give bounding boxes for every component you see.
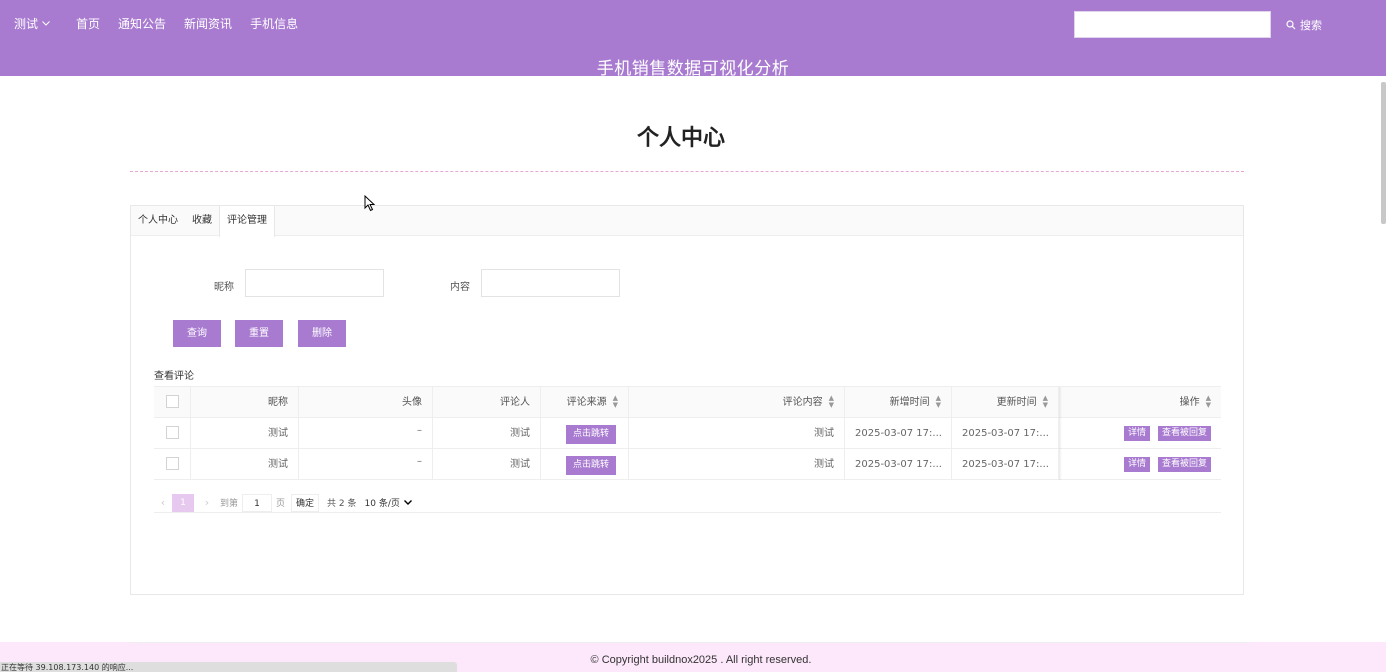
- view-replies-button[interactable]: 查看被回复: [1157, 426, 1211, 441]
- jump-button[interactable]: 点击跳转: [566, 456, 617, 475]
- tab-bar: 个人中心 收藏 评论管理: [131, 206, 1243, 237]
- select-all-cell: [154, 387, 191, 418]
- goto-page-input[interactable]: 1: [242, 493, 273, 512]
- cell-nickname: 测试: [191, 449, 299, 480]
- tab-profile[interactable]: 个人中心: [131, 206, 185, 236]
- content-label: 内容: [450, 282, 470, 293]
- header-commenter: 评论人: [433, 387, 541, 418]
- header-created-label: 新增时间: [889, 397, 930, 408]
- nav-notices[interactable]: 通知公告: [118, 15, 166, 32]
- search-button[interactable]: 搜索: [1286, 17, 1322, 33]
- query-button[interactable]: 查询: [173, 320, 221, 347]
- header-updated-label: 更新时间: [996, 397, 1037, 408]
- fixed-column-shadow: [1059, 387, 1062, 480]
- cell-avatar: –: [299, 418, 433, 449]
- mouse-cursor-icon: [364, 195, 375, 212]
- section-label: 查看评论: [154, 371, 194, 382]
- header-updated[interactable]: 更新时间 ▲ ▼: [952, 387, 1059, 418]
- nav-news[interactable]: 新闻资讯: [184, 15, 232, 32]
- top-nav: 测试 首页 通知公告 新闻资讯 手机信息: [14, 14, 316, 32]
- row-select-cell: [154, 449, 191, 480]
- cell-actions: 详情 查看被回复: [1061, 418, 1221, 449]
- header-actions[interactable]: 操作 ▲ ▼: [1061, 387, 1221, 418]
- header-avatar: 头像: [299, 387, 433, 418]
- comments-table: 昵称 头像 评论人 评论来源 ▲ ▼ 评论内容 ▲ ▼ 新增时间 ▲ ▼ 更新时间 ▲ ▼ 操作…: [154, 386, 1221, 480]
- cell-avatar: –: [299, 449, 433, 480]
- sort-icon: ▲ ▼: [1042, 394, 1048, 409]
- cell-updated: 2025-03-07 17:...: [952, 449, 1059, 480]
- reset-button[interactable]: 重置: [235, 320, 283, 347]
- header-actions-label: 操作: [1179, 397, 1200, 408]
- cell-commenter: 测试: [433, 449, 541, 480]
- cell-source: 点击跳转: [541, 449, 629, 480]
- search-icon: [1286, 20, 1296, 30]
- page-title: 个人中心: [636, 126, 725, 151]
- cell-content: 测试: [629, 449, 845, 480]
- header-created[interactable]: 新增时间 ▲ ▼: [845, 387, 952, 418]
- row-checkbox[interactable]: [165, 456, 179, 470]
- sort-icon: ▲ ▼: [828, 394, 834, 409]
- page-size-select[interactable]: 10 条/页: [365, 496, 412, 509]
- goto-confirm-button[interactable]: 确定: [291, 493, 320, 512]
- cell-source: 点击跳转: [541, 418, 629, 449]
- page-unit-label: 页: [276, 499, 286, 509]
- content-card: 个人中心 收藏 评论管理 昵称 内容 查询 重置 删除 查看评论 昵称 头像 评…: [130, 205, 1244, 595]
- cell-commenter: 测试: [433, 418, 541, 449]
- content-input[interactable]: [481, 269, 620, 297]
- browser-status-bar: 正在等待 39.108.173.140 的响应...: [0, 662, 457, 672]
- next-page-button[interactable]: ›: [198, 496, 216, 509]
- delete-button[interactable]: 删除: [298, 320, 346, 347]
- cell-content: 测试: [629, 418, 845, 449]
- tab-favorites[interactable]: 收藏: [185, 206, 219, 236]
- row-checkbox[interactable]: [165, 425, 179, 439]
- cell-created: 2025-03-07 17:...: [845, 418, 952, 449]
- site-title: 手机销售数据可视化分析: [596, 59, 790, 79]
- page-number-current[interactable]: 1: [172, 493, 194, 512]
- chevron-down-icon: [403, 498, 412, 507]
- footer-divider: [130, 642, 1250, 643]
- page-scrollbar[interactable]: [1381, 82, 1386, 224]
- header-content-label: 评论内容: [782, 397, 823, 408]
- total-count: 共 2 条: [327, 499, 357, 509]
- sort-icon: ▲ ▼: [612, 394, 618, 409]
- pagination: ‹ 1 › 到第 1 页 确定 共 2 条 10 条/页: [154, 493, 1221, 513]
- search-button-label: 搜索: [1300, 19, 1322, 32]
- header-bar: 测试 首页 通知公告 新闻资讯 手机信息 搜索 手机销售数据可视化分析: [0, 0, 1386, 79]
- cell-created: 2025-03-07 17:...: [845, 449, 952, 480]
- cell-actions: 详情 查看被回复: [1061, 449, 1221, 480]
- header-nickname: 昵称: [191, 387, 299, 418]
- user-menu[interactable]: 测试: [14, 15, 50, 32]
- page-size-value: 10 条/页: [364, 499, 400, 509]
- nav-phone-info[interactable]: 手机信息: [250, 15, 298, 32]
- search-input[interactable]: [1074, 11, 1271, 38]
- prev-page-button[interactable]: ‹: [154, 496, 172, 509]
- nickname-label: 昵称: [214, 282, 234, 293]
- header-source[interactable]: 评论来源 ▲ ▼: [541, 387, 629, 418]
- detail-button[interactable]: 详情: [1123, 426, 1150, 441]
- cell-nickname: 测试: [191, 418, 299, 449]
- cell-updated: 2025-03-07 17:...: [952, 418, 1059, 449]
- nickname-input[interactable]: [245, 269, 384, 297]
- header-source-label: 评论来源: [566, 397, 607, 408]
- tab-comment-management[interactable]: 评论管理: [219, 206, 275, 237]
- sort-icon: ▲ ▼: [1205, 394, 1211, 409]
- chevron-down-icon: [42, 19, 50, 28]
- view-replies-button[interactable]: 查看被回复: [1157, 457, 1211, 472]
- row-select-cell: [154, 418, 191, 449]
- detail-button[interactable]: 详情: [1123, 457, 1150, 472]
- select-all-checkbox[interactable]: [165, 394, 179, 408]
- sort-icon: ▲ ▼: [935, 394, 941, 409]
- jump-button[interactable]: 点击跳转: [566, 425, 617, 444]
- header-content[interactable]: 评论内容 ▲ ▼: [629, 387, 845, 418]
- user-menu-label: 测试: [14, 16, 39, 31]
- nav-home[interactable]: 首页: [76, 15, 100, 32]
- goto-label: 到第: [220, 499, 239, 509]
- title-divider: [130, 171, 1244, 172]
